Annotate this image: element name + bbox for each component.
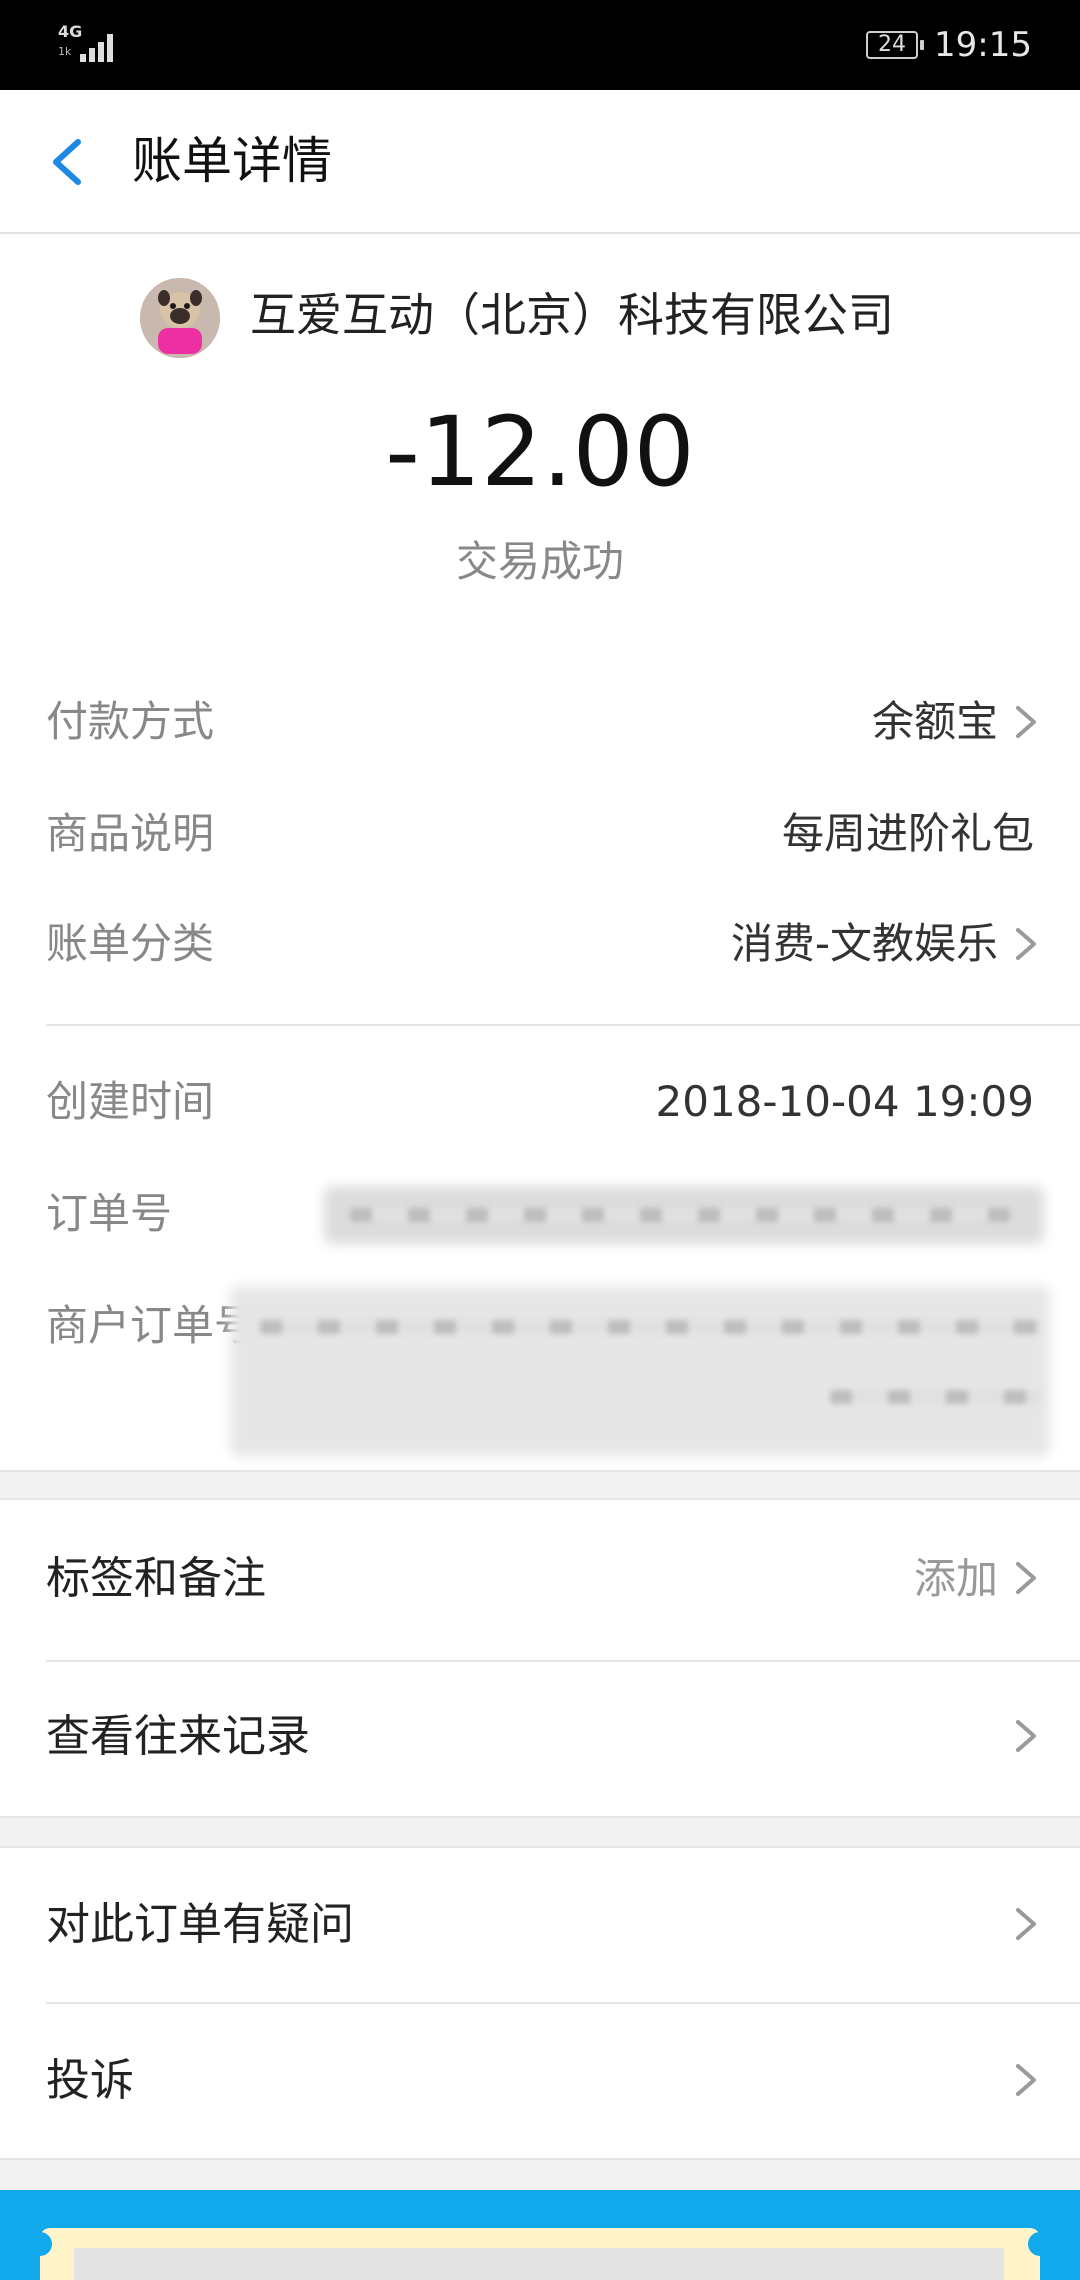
coupon-ticket (40, 2228, 1040, 2280)
trade-status: 交易成功 (455, 537, 624, 586)
created-time-value: 2018-10-04 19:09 (655, 1077, 1034, 1126)
network-type: 4G (58, 22, 83, 41)
tags-notes-row[interactable]: 标签和备注 添加 (0, 1504, 1080, 1654)
network-speed: 1k (58, 45, 72, 58)
payment-method-value: 余额宝 (871, 697, 998, 746)
payment-method-label: 付款方式 (46, 697, 215, 746)
divider (46, 2002, 1080, 2004)
chevron-right-icon (1016, 706, 1036, 738)
promo-banner[interactable] (0, 2190, 1080, 2280)
section-gap (0, 2158, 1080, 2190)
merchant-order-no-label: 商户订单号 (46, 1301, 257, 1350)
tags-notes-add: 添加 (913, 1554, 998, 1603)
chevron-right-icon (1016, 1720, 1036, 1752)
complaint-label: 投诉 (46, 2055, 134, 2106)
category-value: 消费-文教娱乐 (730, 919, 998, 968)
back-button[interactable] (40, 130, 104, 194)
nav-bar: 账单详情 (0, 90, 1080, 234)
ticket-notch (28, 2232, 52, 2256)
merchant-name: 互爱互动（北京）科技有限公司 (250, 288, 894, 342)
created-time-label: 创建时间 (46, 1077, 215, 1126)
order-no-row: 订单号 (0, 1174, 1080, 1254)
merchant-order-no-row: 商户订单号 (0, 1286, 1080, 1456)
order-question-row[interactable]: 对此订单有疑问 (0, 1850, 1080, 2000)
signal-icon: 4G 1k (58, 24, 118, 64)
history-label: 查看往来记录 (46, 1711, 310, 1762)
divider (46, 1024, 1080, 1026)
history-row[interactable]: 查看往来记录 (0, 1662, 1080, 1812)
complaint-row[interactable]: 投诉 (0, 2006, 1080, 2156)
coupon-placeholder (74, 2248, 1004, 2280)
chevron-left-icon (53, 139, 81, 185)
merchant-order-no-redacted-pattern (260, 1320, 1040, 1334)
product-desc-value: 每周进阶礼包 (781, 809, 1034, 858)
order-question-label: 对此订单有疑问 (46, 1899, 354, 1950)
merchant-avatar (140, 278, 220, 358)
chevron-right-icon (1016, 1562, 1036, 1594)
bill-amount: -12.00 (385, 396, 695, 508)
merchant-header: 互爱互动（北京）科技有限公司 (0, 270, 1080, 360)
page-title: 账单详情 (132, 132, 332, 190)
order-no-label: 订单号 (46, 1189, 173, 1238)
product-desc-label: 商品说明 (46, 809, 215, 858)
category-label: 账单分类 (46, 919, 215, 968)
payment-method-row[interactable]: 付款方式 余额宝 (0, 682, 1080, 762)
section-gap (0, 1816, 1080, 1848)
battery-icon: 24 (866, 31, 924, 59)
category-row[interactable]: 账单分类 消费-文教娱乐 (0, 904, 1080, 984)
status-bar: 4G 1k 24 19:15 (0, 0, 1080, 90)
tags-notes-label: 标签和备注 (46, 1553, 266, 1604)
merchant-order-no-redacted-pattern (830, 1390, 1040, 1404)
chevron-right-icon (1016, 928, 1036, 960)
created-time-row: 创建时间 2018-10-04 19:09 (0, 1062, 1080, 1142)
status-time: 19:15 (934, 25, 1032, 65)
product-desc-row: 商品说明 每周进阶礼包 (0, 794, 1080, 874)
chevron-right-icon (1016, 1908, 1036, 1940)
ticket-notch (1028, 2232, 1052, 2256)
chevron-right-icon (1016, 2064, 1036, 2096)
order-no-redacted-pattern (350, 1208, 1010, 1222)
merchant-order-no-redacted (230, 1286, 1050, 1456)
battery-level: 24 (878, 32, 906, 57)
section-gap (0, 1470, 1080, 1500)
